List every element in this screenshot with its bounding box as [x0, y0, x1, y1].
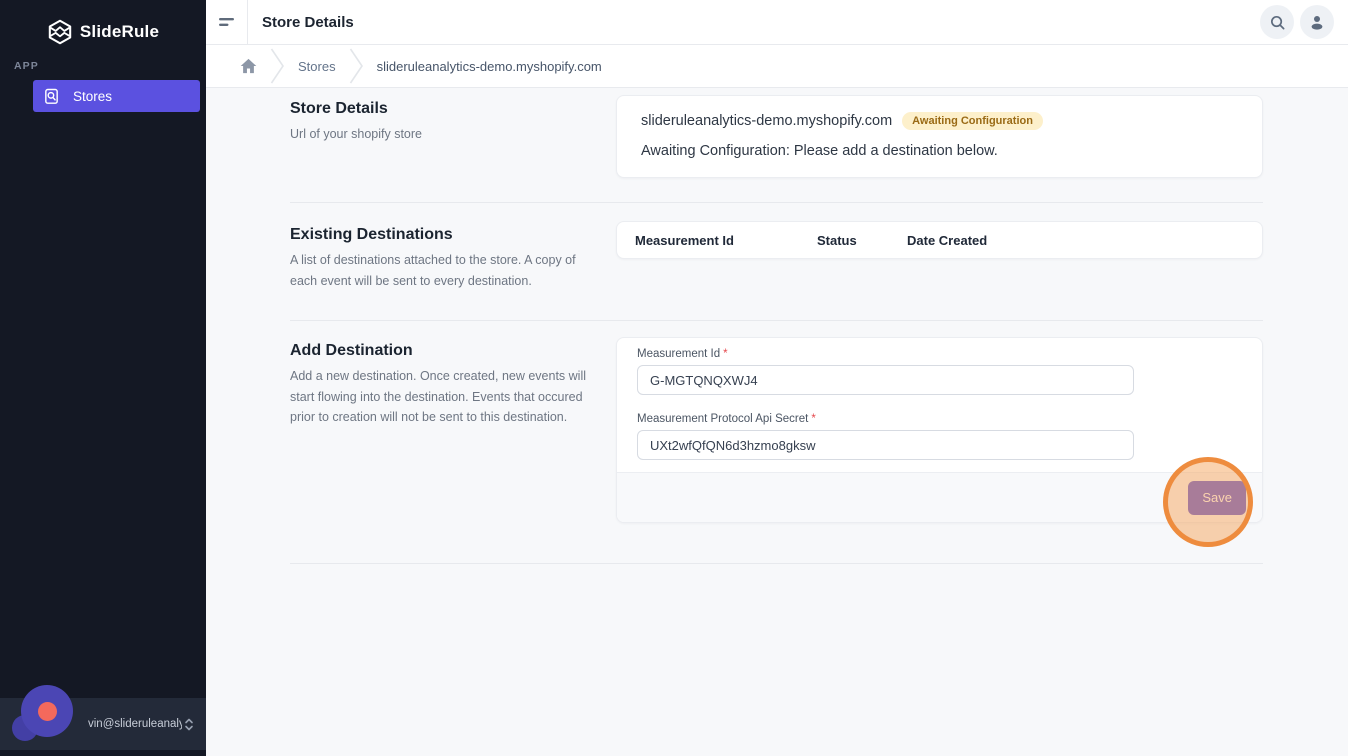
section-store-details-body: slideruleanalytics-demo.myshopify.com Aw… [616, 95, 1263, 178]
destinations-table-header: Measurement Id Status Date Created [616, 221, 1263, 259]
section-subtitle: Add a new destination. Once created, new… [290, 369, 587, 425]
section-existing-destinations: Existing Destinations A list of destinat… [290, 221, 1263, 306]
account-button[interactable] [1300, 5, 1334, 39]
breadcrumb: Stores slideruleanalytics-demo.myshopify… [206, 45, 1348, 88]
sidebar: SlideRule APP Stores vin@slideruleanalyt… [0, 0, 206, 756]
section-store-details-intro: Store Details Url of your shopify store [290, 95, 616, 178]
api-secret-input[interactable] [637, 430, 1134, 460]
page-title: Store Details [262, 13, 354, 31]
add-destination-card: Measurement Id* Measurement Protocol Api… [616, 337, 1263, 523]
column-header-status: Status [817, 232, 857, 248]
menu-fold-icon [218, 18, 234, 26]
sliderule-logo-icon [48, 19, 72, 44]
breadcrumb-separator-icon [349, 48, 363, 84]
sidebar-section-label: APP [14, 60, 39, 72]
section-add-destination-body: Measurement Id* Measurement Protocol Api… [616, 337, 1263, 523]
measurement-id-input[interactable] [637, 365, 1134, 395]
add-destination-card-footer: Save [617, 472, 1262, 522]
page-content: Store Details Url of your shopify store … [206, 88, 1348, 756]
column-header-measurement-id: Measurement Id [635, 232, 734, 248]
section-existing-destinations-body: Measurement Id Status Date Created [616, 221, 1263, 306]
section-divider [290, 202, 1263, 203]
column-header-date-created: Date Created [907, 232, 988, 248]
measurement-id-label: Measurement Id [637, 348, 721, 360]
chat-launcher-dot-icon [37, 701, 57, 721]
section-existing-destinations-intro: Existing Destinations A list of destinat… [290, 221, 616, 306]
topbar: Store Details [206, 0, 1348, 45]
account-icon [1311, 16, 1323, 30]
section-subtitle: Url of your shopify store [290, 127, 422, 141]
section-store-details: Store Details Url of your shopify store … [290, 95, 1263, 178]
section-divider [290, 563, 1263, 564]
chevron-up-down-icon [185, 718, 193, 730]
section-add-destination: Add Destination Add a new destination. O… [290, 337, 1263, 523]
store-url: slideruleanalytics-demo.myshopify.com [641, 113, 893, 129]
section-title: Add Destination [290, 342, 413, 359]
logo-text: SlideRule [79, 21, 160, 41]
breadcrumb-item-current: slideruleanalytics-demo.myshopify.com [376, 58, 602, 74]
api-secret-label: Measurement Protocol Api Secret [637, 413, 809, 425]
add-destination-form: Measurement Id* Measurement Protocol Api… [617, 338, 1262, 472]
section-title: Store Details [290, 100, 388, 117]
breadcrumb-home-link[interactable] [240, 58, 257, 74]
app-root: { "sidebar": { "logo_text": "SlideRule",… [0, 0, 1348, 756]
sidebar-item-stores[interactable]: Stores [33, 80, 200, 112]
required-asterisk: * [811, 413, 816, 425]
section-add-destination-intro: Add Destination Add a new destination. O… [290, 337, 616, 523]
api-secret-field-group: Measurement Protocol Api Secret * [637, 413, 1242, 460]
user-email: vin@slideruleanalytics.... [88, 718, 182, 730]
store-status-card: slideruleanalytics-demo.myshopify.com Aw… [616, 95, 1263, 178]
sidebar-item-label: Stores [73, 88, 113, 104]
sidebar-toggle-button[interactable] [206, 0, 248, 44]
breadcrumb-item-stores[interactable]: Stores [298, 59, 336, 74]
main-column: Store Details Stores slideruleanalytics-… [206, 0, 1348, 756]
section-subtitle: A list of destinations attached to the s… [290, 253, 576, 288]
search-icon [1270, 15, 1284, 29]
chat-launcher-button[interactable] [21, 685, 73, 737]
save-button[interactable]: Save [1188, 480, 1246, 515]
logo: SlideRule [0, 0, 206, 46]
section-divider [290, 320, 1263, 321]
required-asterisk: * [723, 348, 728, 360]
store-search-icon [45, 88, 58, 104]
store-status-message: Awaiting Configuration: Please add a des… [641, 143, 998, 159]
status-badge: Awaiting Configuration [902, 112, 1043, 130]
home-icon [240, 58, 257, 74]
breadcrumb-separator-icon [270, 48, 284, 84]
search-button[interactable] [1260, 5, 1294, 39]
measurement-id-field-group: Measurement Id * [637, 348, 1242, 395]
section-title: Existing Destinations [290, 226, 453, 243]
